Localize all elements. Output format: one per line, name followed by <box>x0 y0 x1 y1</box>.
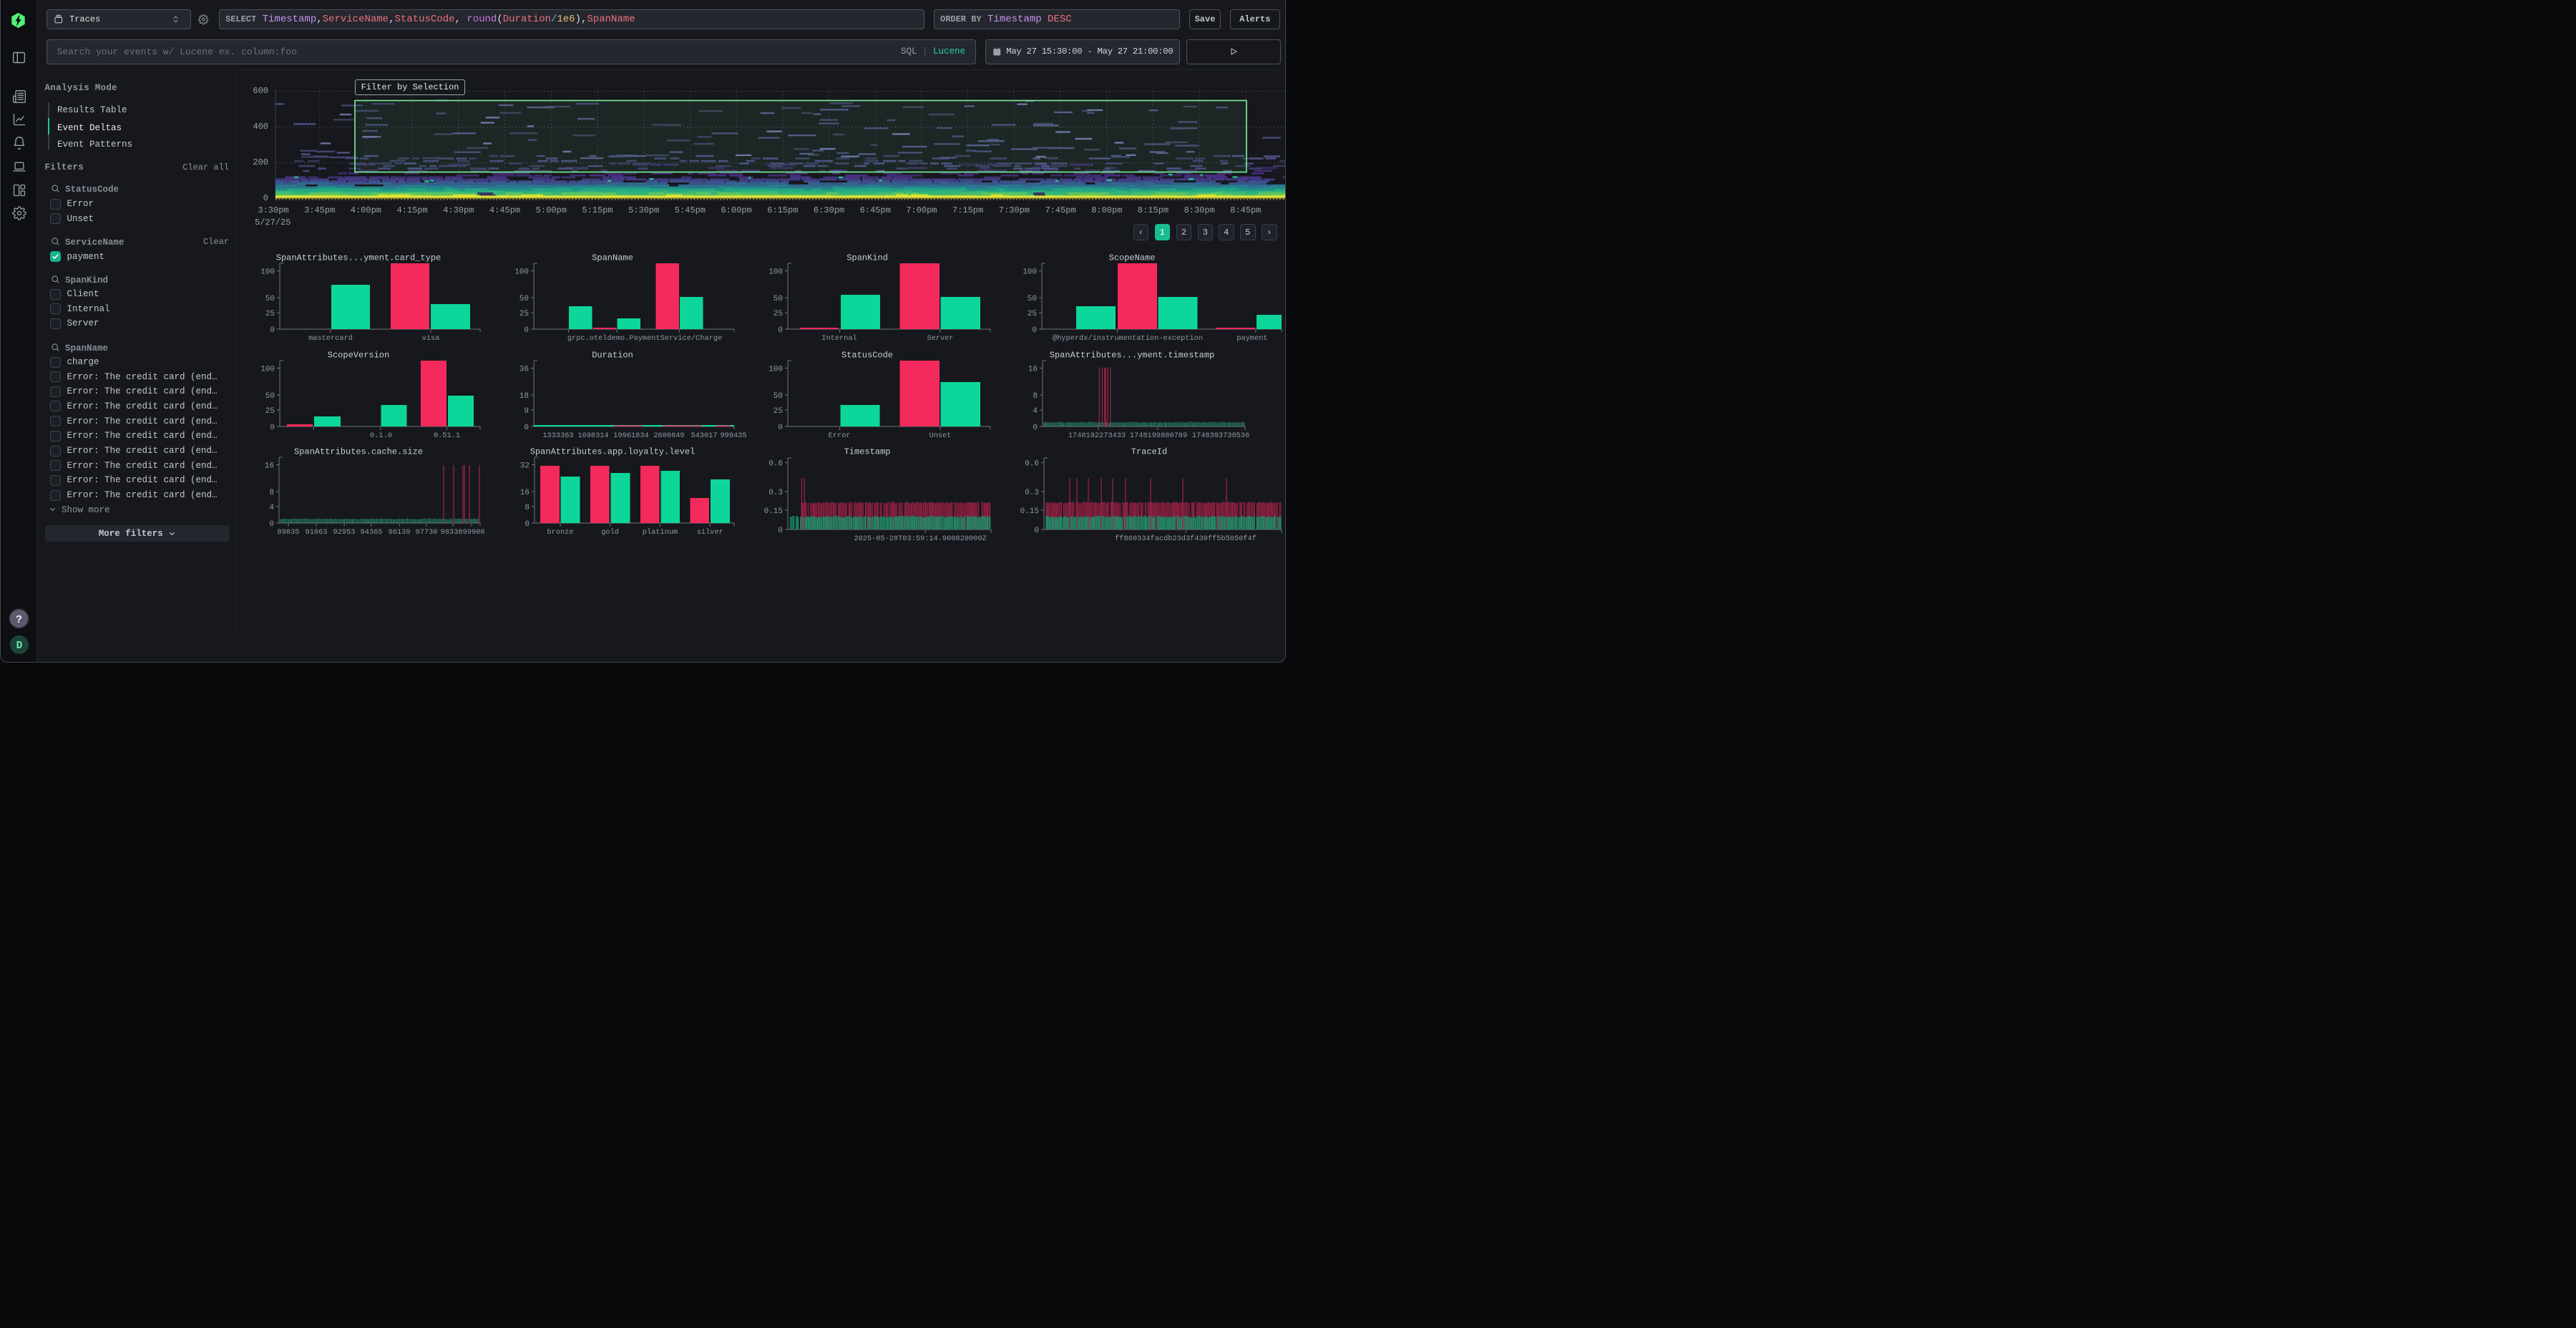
svg-text:0: 0 <box>270 424 275 432</box>
svg-text:visa: visa <box>422 334 440 343</box>
svg-text:19961834: 19961834 <box>613 431 648 440</box>
svg-text:25: 25 <box>265 310 275 318</box>
svg-text:16: 16 <box>265 462 274 471</box>
svg-text:94365: 94365 <box>361 528 383 537</box>
svg-text:@hyperdx/instrumentation-excep: @hyperdx/instrumentation-exception <box>1053 334 1203 343</box>
svg-text:50: 50 <box>265 392 275 401</box>
svg-text:SpanAttributes...yment.card_ty: SpanAttributes...yment.card_type <box>276 253 441 263</box>
svg-text:StatusCode: StatusCode <box>841 351 893 361</box>
svg-text:1748199880789: 1748199880789 <box>1130 431 1187 440</box>
svg-text:grpc.oteldemo.PaymentService/C: grpc.oteldemo.PaymentService/Charge <box>567 334 722 343</box>
svg-text:8: 8 <box>269 489 274 497</box>
svg-text:0.51.1: 0.51.1 <box>434 431 460 440</box>
svg-text:0.1.0: 0.1.0 <box>370 431 392 440</box>
svg-text:2025-05-28T03:59:14.900820000Z: 2025-05-28T03:59:14.900820000Z <box>854 534 986 543</box>
svg-text:100: 100 <box>1023 268 1037 277</box>
svg-text:0.15: 0.15 <box>764 507 783 516</box>
svg-text:98338: 98338 <box>441 528 463 537</box>
svg-text:89835: 89835 <box>278 528 300 537</box>
svg-text:gold: gold <box>601 528 619 537</box>
svg-text:4: 4 <box>269 504 274 512</box>
svg-text:0: 0 <box>778 527 783 535</box>
svg-text:25: 25 <box>519 310 529 318</box>
svg-text:50: 50 <box>774 295 783 303</box>
svg-text:0.15: 0.15 <box>1020 507 1039 516</box>
svg-text:50: 50 <box>519 295 529 303</box>
svg-text:Internal: Internal <box>821 334 857 343</box>
svg-text:Error: Error <box>829 431 851 440</box>
svg-text:0: 0 <box>1033 424 1038 432</box>
svg-text:Duration: Duration <box>592 351 633 361</box>
svg-text:0: 0 <box>525 520 530 529</box>
svg-text:D: D <box>16 640 22 652</box>
svg-text:0.6: 0.6 <box>769 460 783 469</box>
svg-text:0: 0 <box>1032 326 1037 335</box>
svg-text:0: 0 <box>270 326 275 335</box>
svg-text:100: 100 <box>769 268 783 277</box>
svg-text:0: 0 <box>778 326 783 335</box>
svg-text:18: 18 <box>519 392 529 401</box>
svg-text:mastercard: mastercard <box>308 334 353 343</box>
svg-text:silver: silver <box>697 528 723 537</box>
svg-text:0: 0 <box>1034 527 1039 535</box>
svg-text:99900: 99900 <box>463 528 485 537</box>
svg-text:0: 0 <box>524 424 529 432</box>
svg-text:25: 25 <box>774 407 783 416</box>
svg-text:ScopeName: ScopeName <box>1109 253 1156 263</box>
svg-text:16: 16 <box>520 489 530 497</box>
svg-text:100: 100 <box>260 366 275 374</box>
svg-text:8: 8 <box>1033 392 1038 401</box>
svg-text:25: 25 <box>1028 310 1037 318</box>
svg-text:50: 50 <box>774 392 783 401</box>
svg-text:SpanAttributes.app.loyalty.lev: SpanAttributes.app.loyalty.level <box>530 447 695 457</box>
svg-text:0.6: 0.6 <box>1025 460 1039 469</box>
svg-text:25: 25 <box>265 407 275 416</box>
svg-text:Server: Server <box>927 334 953 343</box>
svg-text:ScopeVersion: ScopeVersion <box>328 351 389 361</box>
svg-text:50: 50 <box>265 295 275 303</box>
svg-text:0: 0 <box>524 326 529 335</box>
svg-text:999435: 999435 <box>720 431 746 440</box>
svg-text:543017: 543017 <box>691 431 717 440</box>
svg-text:0: 0 <box>778 424 783 432</box>
svg-text:97730: 97730 <box>416 528 438 537</box>
svg-text:8: 8 <box>525 504 530 512</box>
svg-text:0.3: 0.3 <box>769 489 783 497</box>
svg-text:100: 100 <box>260 268 275 277</box>
svg-text:96139: 96139 <box>389 528 411 537</box>
svg-text:36: 36 <box>519 366 529 374</box>
svg-text:100: 100 <box>769 366 783 374</box>
svg-text:payment: payment <box>1236 334 1267 343</box>
svg-text:0.3: 0.3 <box>1025 489 1039 497</box>
svg-text:2600849: 2600849 <box>653 431 684 440</box>
svg-text:1333363: 1333363 <box>542 431 573 440</box>
svg-text:25: 25 <box>774 310 783 318</box>
svg-text:100: 100 <box>514 268 529 277</box>
svg-text:Timestamp: Timestamp <box>844 447 891 457</box>
svg-text:platinum: platinum <box>643 528 678 537</box>
svg-text:bronze: bronze <box>547 528 573 537</box>
svg-text:9: 9 <box>524 407 529 416</box>
svg-text:1748393738536: 1748393738536 <box>1192 431 1249 440</box>
svg-text:4: 4 <box>1033 407 1038 416</box>
svg-text:16: 16 <box>1028 366 1038 374</box>
svg-text:92953: 92953 <box>333 528 356 537</box>
svg-text:1748192273433: 1748192273433 <box>1068 431 1126 440</box>
svg-text:32: 32 <box>520 462 530 471</box>
svg-text:SpanKind: SpanKind <box>847 253 888 263</box>
svg-text:SpanAttributes...yment.timesta: SpanAttributes...yment.timestamp <box>1050 351 1214 361</box>
svg-text:?: ? <box>16 614 22 626</box>
svg-text:Unset: Unset <box>930 431 952 440</box>
svg-text:SpanAttributes.cache.size: SpanAttributes.cache.size <box>294 447 423 457</box>
svg-text:1698314: 1698314 <box>577 431 608 440</box>
svg-text:SpanName: SpanName <box>592 253 633 263</box>
svg-text:91063: 91063 <box>306 528 328 537</box>
svg-text:50: 50 <box>1028 295 1037 303</box>
svg-text:0: 0 <box>269 520 274 529</box>
svg-text:ff860334facdb23d3f430ff5b5050f: ff860334facdb23d3f430ff5b5050f4f <box>1115 534 1257 543</box>
svg-text:TraceId: TraceId <box>1131 447 1167 457</box>
